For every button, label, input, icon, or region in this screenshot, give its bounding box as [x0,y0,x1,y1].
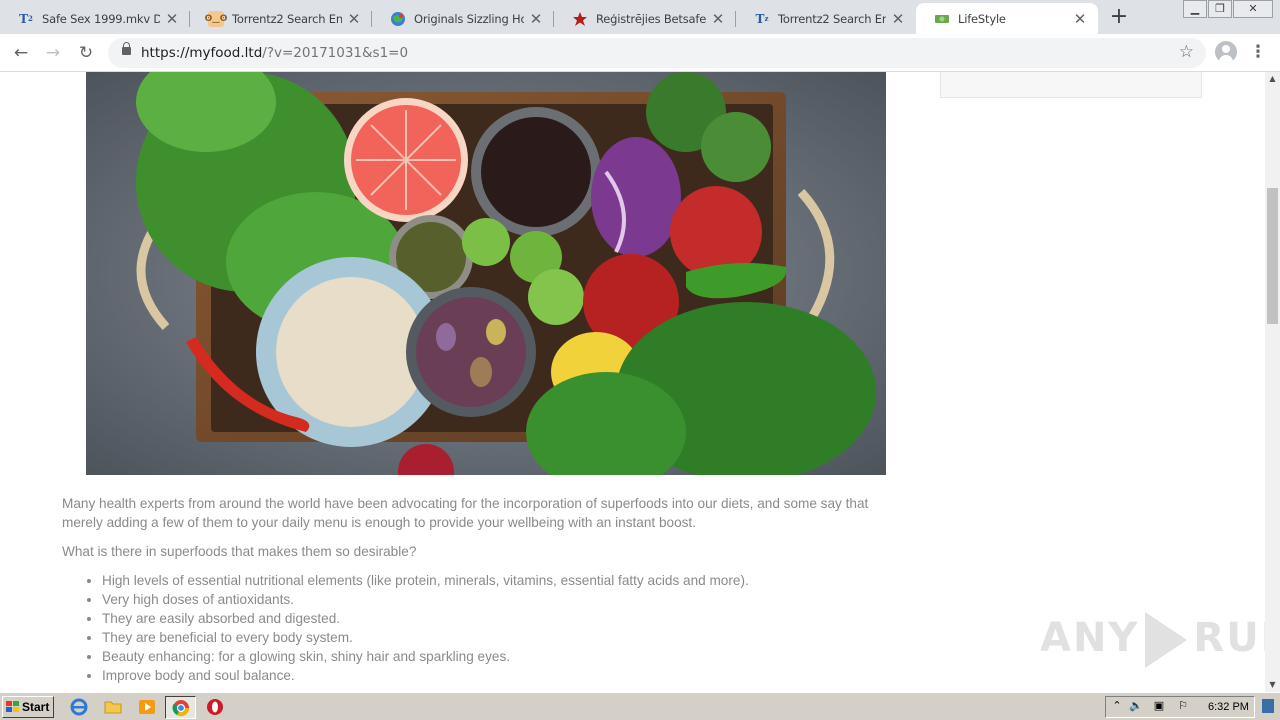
address-bar[interactable]: https://myfood.ltd/?v=20171031&s1=0 ☆ [108,38,1206,68]
network-icon[interactable]: ▣ [1152,699,1166,713]
start-label: Start [22,700,50,714]
browser-toolbar: ← → ↻ https://myfood.ltd/?v=20171031&s1=… [0,34,1280,72]
minimize-button[interactable]: ▁ [1183,0,1207,18]
url-text[interactable]: https://myfood.ltd/?v=20171031&s1=0 [141,45,408,61]
tab-title: Safe Sex 1999.mkv Dow [42,11,160,26]
watermark-left: ANY [1040,615,1140,661]
money-icon [934,11,950,27]
window-close-button[interactable]: ✕ [1233,0,1273,18]
tab-lifestyle[interactable]: LifeStyle ✕ [916,3,1098,34]
list-item: Very high doses of antioxidants. [102,590,912,609]
back-arrow-icon[interactable]: ← [9,41,33,65]
torrentz-icon: T2 [19,11,33,26]
opera-icon[interactable] [206,698,224,716]
star-logo-icon [572,11,588,27]
tab-safe-sex[interactable]: T2 Safe Sex 1999.mkv Dow ✕ [0,3,190,34]
tab-betsafe[interactable]: Reģistrējies Betsafe un s ✕ [554,3,736,34]
close-icon[interactable]: ✕ [346,11,362,27]
bookmark-star-icon[interactable]: ☆ [1179,42,1194,62]
tab-title: LifeStyle [958,11,1006,26]
chrome-icon [172,699,190,717]
kebab-menu-icon[interactable]: ⋮ [1248,41,1268,63]
play-icon [1145,612,1188,668]
volume-icon[interactable]: 🔈 [1129,699,1143,713]
watermark-right: RUN [1193,615,1265,661]
scroll-up-arrow-icon[interactable]: ▲ [1265,72,1280,86]
profile-avatar-icon[interactable] [1215,41,1237,63]
system-clock[interactable]: 6:32 PM [1208,701,1249,713]
close-icon[interactable]: ✕ [890,11,906,27]
chrome-taskbar-button[interactable] [165,696,196,719]
scroll-thumb[interactable] [1267,188,1278,324]
close-icon[interactable]: ✕ [528,11,544,27]
list-item: High levels of essential nutritional ele… [102,571,912,590]
close-icon[interactable]: ✕ [710,11,726,27]
tab-title: Reģistrējies Betsafe un s [596,11,706,26]
close-icon[interactable]: ✕ [164,11,180,27]
list-item: Beauty enhancing: for a glowing skin, sh… [102,647,912,666]
sidebar-widget [940,72,1202,98]
tab-originals[interactable]: Originals Sizzling Hot cas ✕ [372,3,554,34]
url-host: https://myfood.ltd [141,45,263,61]
list-item: They are beneficial to every body system… [102,628,912,647]
internet-explorer-icon[interactable] [70,698,88,716]
folder-icon[interactable] [104,698,122,716]
tab-strip: T2 Safe Sex 1999.mkv Dow ✕ ʘ‿ʘ Torrentz2… [0,0,1280,34]
tray-expand-icon[interactable]: ⌃ [1110,699,1124,713]
start-button[interactable]: Start [2,696,54,718]
benefits-list: High levels of essential nutritional ele… [102,571,912,685]
scroll-down-arrow-icon[interactable]: ▼ [1265,678,1280,692]
reload-icon[interactable]: ↻ [74,41,98,65]
article-body: Many health experts from around the worl… [62,494,912,685]
tab-title: Torrentz2 Search Engine [778,11,886,26]
tab-torrentz-1[interactable]: ʘ‿ʘ Torrentz2 Search Engine ✕ [190,3,372,34]
show-desktop-button[interactable] [1262,699,1274,713]
tab-torrentz-2[interactable]: Tz Torrentz2 Search Engine ✕ [736,3,916,34]
torrentz-icon: Tz [755,11,769,26]
face-icon: ʘ‿ʘ [205,10,227,27]
lock-icon[interactable] [122,42,131,55]
superfoods-tray-image [86,72,886,475]
tab-title: Torrentz2 Search Engine [232,11,342,26]
anyrun-watermark: ANY RUN [1040,612,1265,668]
page-content: Many health experts from around the worl… [0,72,1265,692]
windows-taskbar: Start ⌃ 🔈 ▣ ⚐ 6:32 PM [0,692,1280,720]
new-tab-button[interactable]: + [1106,5,1132,31]
list-item: Improve body and soul balance. [102,666,912,685]
url-path: /?v=20171031&s1=0 [262,45,409,61]
media-player-icon[interactable] [138,698,156,716]
page-scrollbar[interactable]: ▲ ▼ [1265,72,1280,692]
globe-icon [390,11,406,27]
forward-arrow-icon[interactable]: → [41,41,65,65]
article-intro: Many health experts from around the worl… [62,496,869,530]
close-icon[interactable]: ✕ [1072,11,1088,27]
article-question: What is there in superfoods that makes t… [62,544,417,559]
list-item: They are easily absorbed and digested. [102,609,912,628]
tab-title: Originals Sizzling Hot cas [414,11,524,26]
action-center-flag-icon[interactable]: ⚐ [1176,699,1190,713]
windows-logo-icon [6,701,19,713]
restore-button[interactable]: ❐ [1208,0,1232,18]
